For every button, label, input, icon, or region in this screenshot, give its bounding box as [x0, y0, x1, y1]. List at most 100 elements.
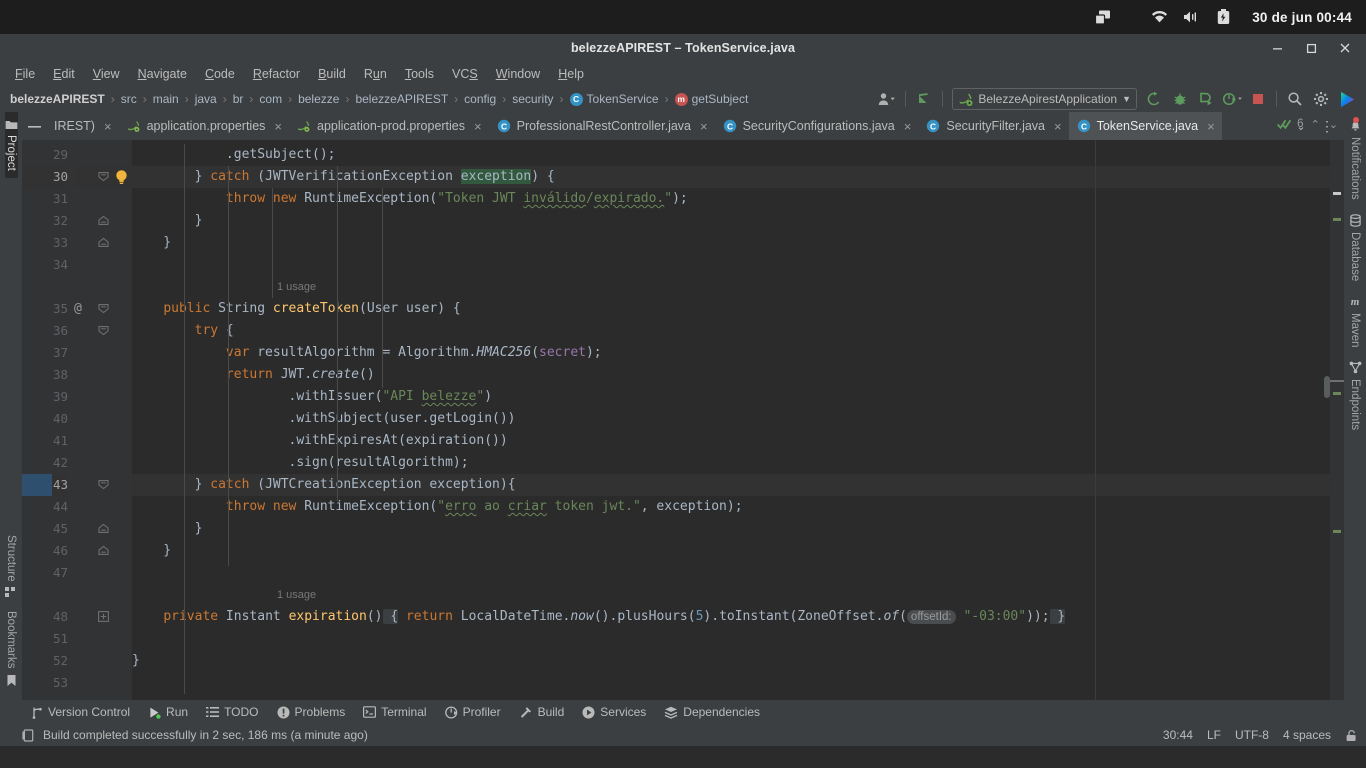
run-configuration-selector[interactable]: BelezzeApirestApplication ▼	[952, 88, 1137, 110]
tool-window-todo[interactable]: TODO	[197, 700, 267, 724]
menu-view[interactable]: View	[84, 62, 129, 86]
debug-button[interactable]	[1167, 88, 1193, 110]
menu-tools[interactable]: Tools	[396, 62, 443, 86]
profiler-button[interactable]	[1219, 88, 1245, 110]
breadcrumb-item-com[interactable]: com	[257, 92, 284, 106]
menu-build[interactable]: Build	[309, 62, 355, 86]
editor-tab-tokenservice-java[interactable]: C TokenService.java ×	[1068, 112, 1222, 140]
fold-end-icon[interactable]	[98, 523, 109, 534]
sidebar-item-endpoints[interactable]: Endpoints	[1349, 354, 1362, 437]
status-message-group[interactable]: Build completed successfully in 2 sec, 1…	[22, 728, 368, 742]
inspections-widget[interactable]: 6 ⌃ ⌄	[1277, 113, 1340, 135]
menu-edit[interactable]: Edit	[44, 62, 84, 86]
breadcrumb-item-security[interactable]: security	[510, 92, 555, 106]
editor-tab-close-icon[interactable]: ×	[474, 119, 482, 134]
os-clock[interactable]: 30 de jun 00:44	[1252, 10, 1352, 25]
tool-window-terminal[interactable]: Terminal	[354, 700, 435, 724]
line-separator-indicator[interactable]: LF	[1207, 728, 1221, 742]
breadcrumb-item-java[interactable]: java	[193, 92, 219, 106]
settings-button[interactable]	[1308, 88, 1334, 110]
menu-help[interactable]: Help	[549, 62, 593, 86]
editor-vertical-scrollbar[interactable]	[1324, 376, 1330, 398]
intention-bulb-icon[interactable]	[114, 169, 129, 185]
breadcrumb-item-src[interactable]: src	[119, 92, 139, 106]
sidebar-item-project[interactable]: Project	[4, 112, 18, 178]
ide-logo[interactable]	[1334, 88, 1360, 110]
breadcrumb-item-belezze[interactable]: belezze	[296, 92, 341, 106]
menu-code[interactable]: Code	[196, 62, 244, 86]
sidebar-item-notifications[interactable]: Notifications	[1349, 112, 1362, 207]
breadcrumb-item-config[interactable]: config	[462, 92, 498, 106]
breadcrumb-item-belezzeapirest[interactable]: belezzeAPIREST	[353, 92, 450, 106]
analysis-marker-gutter[interactable]	[1330, 140, 1344, 700]
minimize-button[interactable]	[1260, 34, 1294, 62]
menu-run[interactable]: Run	[355, 62, 396, 86]
fold-end-icon[interactable]	[98, 215, 109, 226]
tool-window-version-control[interactable]: Version Control	[22, 700, 139, 724]
tool-window-services[interactable]: Services	[573, 700, 655, 724]
fold-end-icon[interactable]	[98, 237, 109, 248]
tool-window-profiler[interactable]: Profiler	[436, 700, 510, 724]
menu-vcs[interactable]: VCS	[443, 62, 487, 86]
editor-tab-securityconfigurations-java[interactable]: C SecurityConfigurations.java ×	[715, 112, 919, 140]
previous-highlight-icon[interactable]: ⌃	[1309, 118, 1322, 131]
next-highlight-icon[interactable]: ⌄	[1327, 118, 1340, 131]
encoding-indicator[interactable]: UTF-8	[1235, 728, 1269, 742]
breadcrumb-item-br[interactable]: br	[231, 92, 246, 106]
tool-window-problems[interactable]: Problems	[268, 700, 355, 724]
menu-refactor[interactable]: Refactor	[244, 62, 309, 86]
fold-collapse-icon[interactable]	[98, 303, 109, 314]
sidebar-item-structure[interactable]: Structure	[5, 528, 17, 605]
pull-updates-icon[interactable]	[911, 88, 937, 110]
editor-tab-irest-[interactable]: CIREST)×	[46, 112, 119, 140]
code-token: catch	[210, 169, 250, 184]
workspace-switcher-icon[interactable]	[1088, 10, 1118, 25]
rerun-button[interactable]	[1141, 88, 1167, 110]
editor-tab-application-properties[interactable]: application.properties ×	[119, 112, 289, 140]
breadcrumb-item-belezzeapirest[interactable]: belezzeAPIREST	[8, 92, 107, 106]
run-with-coverage-button[interactable]	[1193, 88, 1219, 110]
breadcrumb-item-main[interactable]: main	[151, 92, 181, 106]
sidebar-item-maven[interactable]: m Maven	[1348, 288, 1362, 355]
close-button[interactable]	[1328, 34, 1362, 62]
editor-tab-close-icon[interactable]: ×	[274, 119, 282, 134]
editor-tab-securityfilter-java[interactable]: C SecurityFilter.java ×	[918, 112, 1068, 140]
usage-count-hint[interactable]: 1 usage	[277, 281, 316, 293]
volume-icon[interactable]	[1176, 10, 1206, 24]
tool-window-build[interactable]: Build	[510, 700, 574, 724]
wifi-icon[interactable]	[1144, 10, 1174, 24]
stop-button[interactable]	[1245, 88, 1271, 110]
read-only-lock-icon[interactable]	[1345, 729, 1358, 742]
usage-count-hint[interactable]: 1 usage	[277, 589, 316, 601]
menu-navigate[interactable]: Navigate	[129, 62, 196, 86]
editor-tab-close-icon[interactable]: ×	[104, 119, 112, 134]
search-everywhere-button[interactable]	[1282, 88, 1308, 110]
fold-expand-icon[interactable]	[98, 611, 109, 622]
editor-tab-close-icon[interactable]: ×	[1207, 119, 1215, 134]
fold-collapse-icon[interactable]	[98, 171, 109, 182]
editor-tab-professionalrestcontroller-java[interactable]: C ProfessionalRestController.java ×	[489, 112, 715, 140]
editor-tab-close-icon[interactable]: ×	[700, 119, 708, 134]
fold-collapse-icon[interactable]	[98, 479, 109, 490]
battery-icon[interactable]	[1208, 9, 1238, 25]
annotation-marker-icon[interactable]: @	[74, 298, 82, 320]
maximize-button[interactable]	[1294, 34, 1328, 62]
menu-file[interactable]: File	[6, 62, 44, 86]
tool-window-run[interactable]: Run	[139, 700, 197, 724]
fold-end-icon[interactable]	[98, 545, 109, 556]
editor-tab-application-prod-properties[interactable]: application-prod.properties ×	[289, 112, 489, 140]
collapse-tabs-icon[interactable]	[22, 112, 46, 140]
menu-window[interactable]: Window	[487, 62, 549, 86]
code-text-area[interactable]: .getSubject(); } catch (JWTVerificationE…	[132, 140, 1330, 700]
breadcrumb-item-tokenservice[interactable]: C TokenService	[568, 92, 661, 106]
indent-indicator[interactable]: 4 spaces	[1283, 728, 1331, 742]
sidebar-item-database[interactable]: Database	[1349, 207, 1362, 288]
editor-tab-close-icon[interactable]: ×	[904, 119, 912, 134]
tool-window-dependencies[interactable]: Dependencies	[655, 700, 769, 724]
editor-tab-close-icon[interactable]: ×	[1054, 119, 1062, 134]
fold-collapse-icon[interactable]	[98, 325, 109, 336]
user-profile-icon[interactable]	[874, 88, 900, 110]
caret-position-indicator[interactable]: 30:44	[1163, 728, 1193, 742]
breadcrumb-item-getsubject[interactable]: m getSubject	[673, 92, 751, 106]
sidebar-item-bookmarks[interactable]: Bookmarks	[5, 604, 17, 694]
